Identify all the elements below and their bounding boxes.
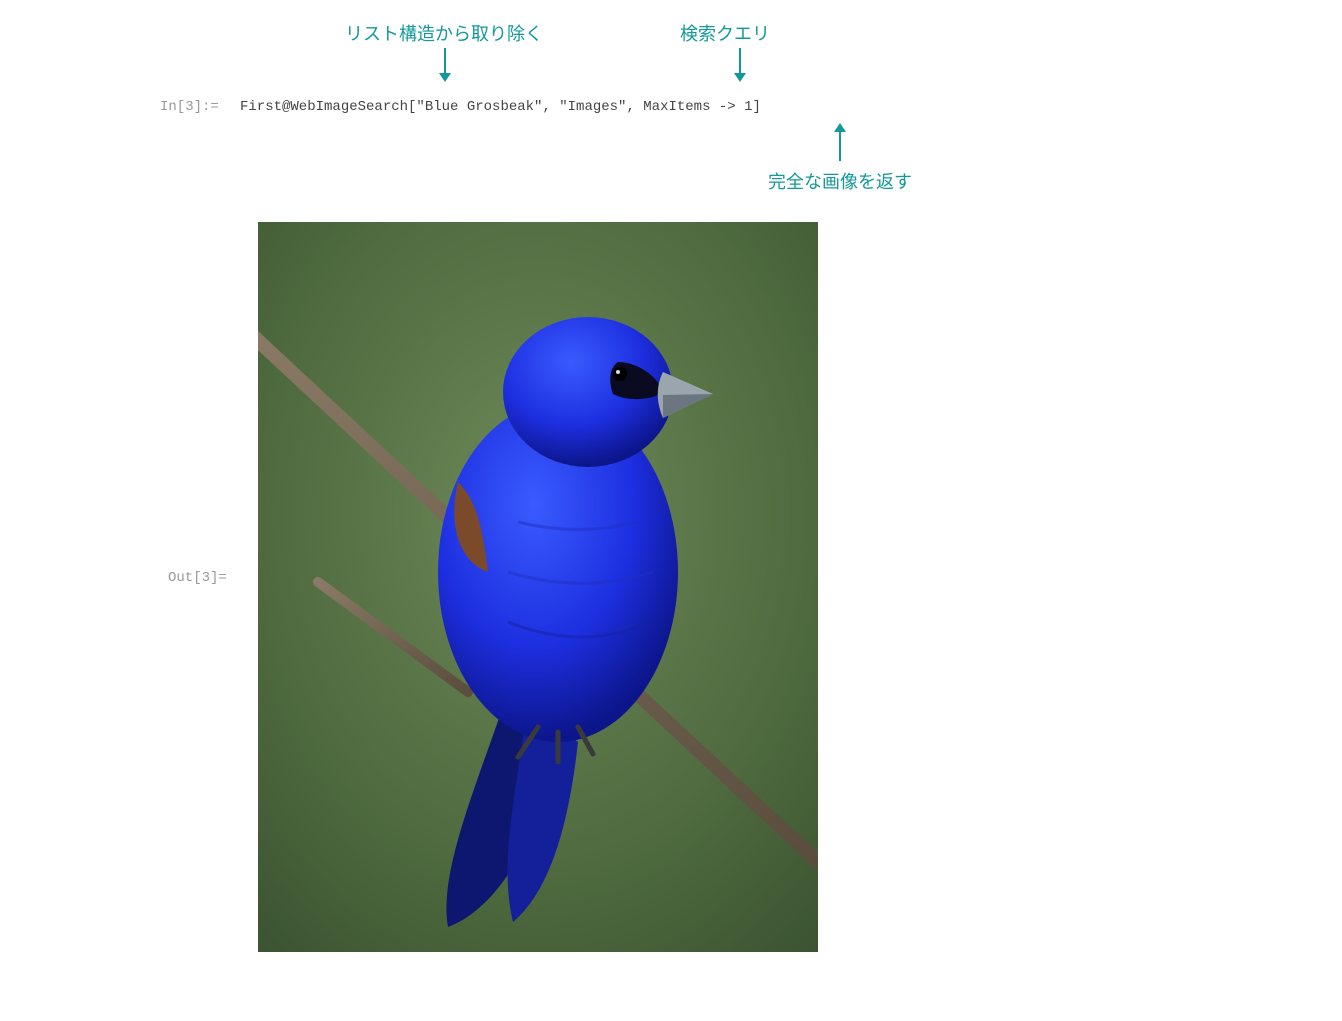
notebook-page: リスト構造から取り除く 検索クエリ In[3]:= First@WebImage… — [0, 0, 1342, 1021]
arrow-down-icon — [730, 48, 750, 83]
arrow-down-icon — [435, 48, 455, 83]
annotation-search-query: 検索クエリ — [680, 20, 770, 46]
blue-grosbeak-illustration — [258, 222, 818, 952]
input-cell-label: In[3]:= — [160, 99, 219, 115]
annotation-return-full-image: 完全な画像を返す — [768, 168, 912, 194]
output-image — [258, 222, 818, 952]
annotation-remove-from-list: リスト構造から取り除く — [345, 20, 543, 46]
input-code[interactable]: First@WebImageSearch["Blue Grosbeak", "I… — [240, 99, 761, 115]
output-cell-label: Out[3]= — [168, 570, 227, 586]
arrow-up-icon — [830, 123, 850, 161]
